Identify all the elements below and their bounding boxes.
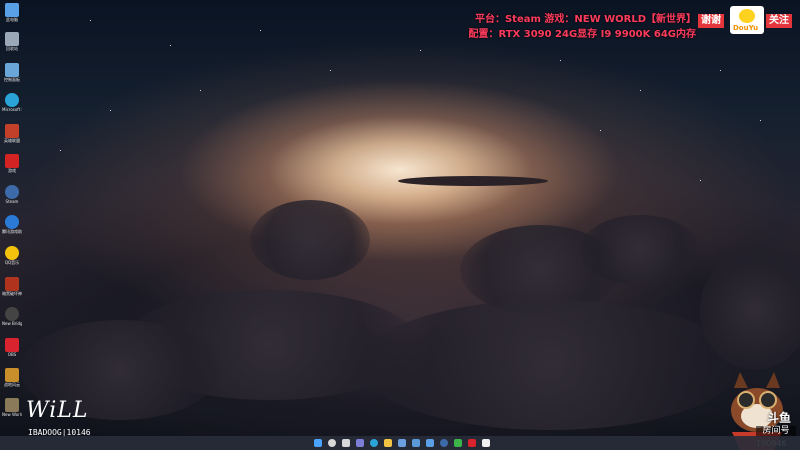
edge-icon[interactable] [370,439,378,447]
desktop-icon-new-world[interactable]: New World [2,398,22,417]
sword-icon [5,277,19,291]
cloud [250,200,370,280]
control-panel-icon [5,63,19,77]
app-icon[interactable] [482,439,490,447]
game-sword-icon [5,124,19,138]
desktop-icon-assistant[interactable]: 腾讯游戏助手 [2,215,22,234]
obs-icon[interactable] [468,439,476,447]
computer-icon [5,3,19,17]
desktop-icon-game-4[interactable]: 战地风云 [2,368,22,387]
desktop-icon-obs[interactable]: OBS [2,338,22,357]
steam-icon [5,185,19,199]
room-badge: 斗鱼 房间号 [754,409,798,437]
desktop-icon-edge[interactable]: Microsoft Edge [2,93,22,112]
streamer-logo: WiLL [26,398,89,423]
cloud [580,215,700,285]
desktop-icon-recycle-bin[interactable]: 回收站 [2,32,22,51]
game-red-icon [5,154,19,168]
ufo-shape [398,176,548,186]
search-icon[interactable] [328,439,336,447]
file-explorer-icon[interactable] [384,439,392,447]
room-platform-text: 斗鱼 [766,411,791,425]
music-icon [5,246,19,260]
desktop-icon-game-3[interactable]: 暗黑破坏神 [2,277,22,296]
cloud [360,300,740,430]
cloud [700,250,800,370]
desktop-icon-steam[interactable]: Steam [2,185,22,204]
assistant-icon [5,215,19,229]
desktop-icon-control-panel[interactable]: 控制面板 [2,63,22,82]
mail-icon[interactable] [426,439,434,447]
desktop-icon-music[interactable]: QQ音乐 [2,246,22,265]
douyu-fish-icon [739,9,755,23]
edge-icon [5,93,19,107]
bridge-icon [5,307,19,321]
stream-platform-text: 平台：Steam 游戏：NEW WORLD【新世界】 [474,14,696,25]
task-view-icon[interactable] [342,439,350,447]
recycle-bin-icon [5,32,19,46]
game-icon[interactable] [454,439,462,447]
stream-specs-text: 配置：RTX 3090 24G显存 I9 9900K 64G内存 [468,29,696,40]
chat-icon[interactable] [356,439,364,447]
desktop-icon-computer[interactable]: 此电脑 [2,3,22,22]
app-icon[interactable] [412,439,420,447]
desktop-icon-game-1[interactable]: 英雄联盟 [2,124,22,143]
start-icon[interactable] [314,439,322,447]
new-world-icon [5,398,19,412]
obs-icon [5,338,19,352]
store-icon[interactable] [398,439,406,447]
douyu-logo: DouYu [730,6,764,34]
desktop-icon-game-2[interactable]: 游戏 [2,154,22,173]
thanks-badge: 谢谢 [698,14,724,28]
desktop-wallpaper [0,0,800,450]
desktop-icon-bridge[interactable]: New Bridge of Tgame [2,307,22,326]
follow-badge: 关注 [766,14,792,28]
warrior-icon [5,368,19,382]
steam-icon[interactable] [440,439,448,447]
taskbar [0,436,800,450]
